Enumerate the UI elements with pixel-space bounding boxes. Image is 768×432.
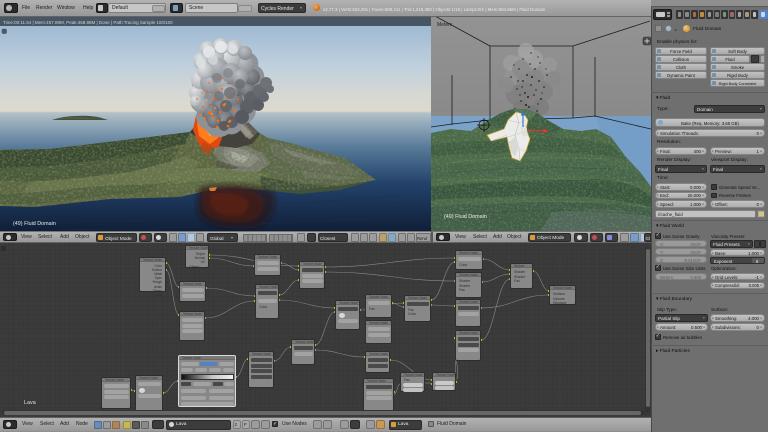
svg-text:Meters: Meters [437,22,453,28]
svg-text:(49) Fluid Domain: (49) Fluid Domain [13,221,56,227]
svg-text:(49) Fluid Domain: (49) Fluid Domain [444,214,487,220]
